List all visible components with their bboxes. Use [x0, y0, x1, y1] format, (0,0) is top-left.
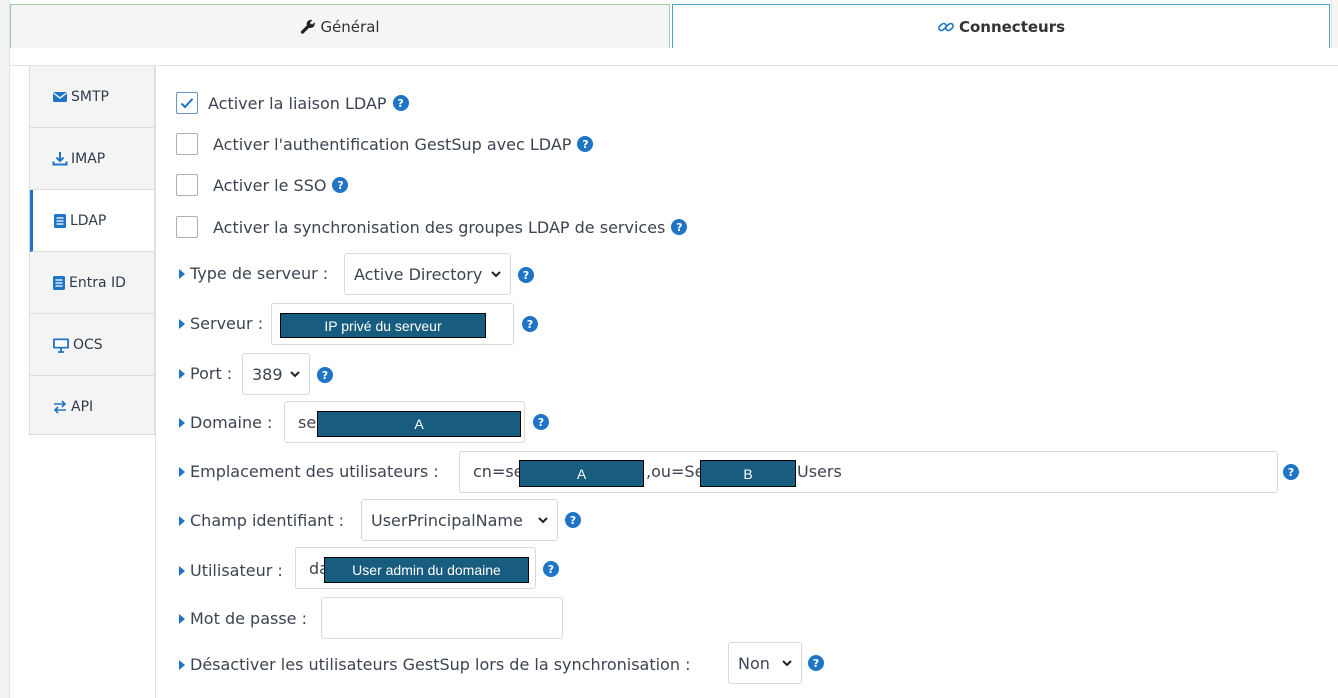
book-icon: [53, 213, 67, 229]
connector-side-nav: SMTP IMAP LDAP Entra ID OCS API: [29, 66, 155, 435]
envelope-icon: [52, 90, 68, 104]
window-frame-right: [1331, 0, 1338, 48]
help-icon[interactable]: ?: [317, 367, 333, 383]
caret-right-icon: [179, 515, 185, 526]
server-label: Serveur :: [179, 314, 263, 333]
check-icon: [180, 98, 194, 109]
help-icon[interactable]: ?: [565, 512, 581, 528]
help-icon[interactable]: ?: [332, 177, 349, 193]
ldap-link-checkbox[interactable]: [176, 92, 198, 114]
tab-connectors-label: Connecteurs: [958, 17, 1066, 36]
server-type-select[interactable]: Active Directory: [344, 253, 511, 295]
redaction-mask: B: [700, 460, 796, 487]
caret-right-icon: [179, 466, 185, 477]
link-icon: [937, 19, 955, 35]
sso-checkbox[interactable]: [176, 174, 198, 196]
sidebar-item-label: Entra ID: [69, 274, 126, 291]
user-location-middle: ,ou=Se: [646, 462, 705, 481]
help-icon[interactable]: ?: [533, 414, 549, 430]
download-icon: [52, 151, 68, 167]
gestsup-auth-checkbox[interactable]: [176, 133, 198, 155]
caret-right-icon: [179, 318, 185, 329]
help-icon[interactable]: ?: [808, 655, 824, 671]
sidebar-item-entra-id[interactable]: Entra ID: [30, 252, 154, 314]
checkbox-row-sso: Activer le SSO ?: [176, 174, 349, 196]
caret-right-icon: [179, 659, 185, 670]
port-select[interactable]: 389: [242, 353, 310, 395]
checkbox-row-group-sync: Activer la synchronisation des groupes L…: [176, 216, 688, 238]
user-location-suffix: Users: [797, 462, 842, 481]
tab-general-label: Général: [320, 17, 380, 36]
sidebar-item-imap[interactable]: IMAP: [30, 128, 154, 190]
port-label: Port :: [179, 364, 232, 383]
sidebar-item-label: API: [71, 399, 94, 415]
tab-connectors[interactable]: Connecteurs: [672, 4, 1330, 48]
checkbox-row-ldap-link: Activer la liaison LDAP ?: [176, 92, 409, 114]
caret-right-icon: [179, 613, 185, 624]
redaction-mask: User admin du domaine: [324, 557, 529, 583]
window-frame-left: [0, 0, 10, 698]
chevron-down-icon: [782, 660, 792, 667]
caret-right-icon: [179, 268, 185, 279]
wrench-icon: [300, 19, 316, 35]
sidebar-item-label: OCS: [73, 336, 103, 353]
sidebar-item-label: LDAP: [70, 212, 107, 229]
content-divider: [155, 66, 156, 698]
sidebar-item-label: IMAP: [71, 150, 106, 167]
sidebar-item-label: SMTP: [71, 88, 109, 105]
caret-right-icon: [179, 565, 185, 576]
book-icon: [52, 275, 66, 291]
top-tab-bar: Général Connecteurs: [10, 0, 1332, 48]
tab-divider: [10, 65, 1338, 66]
redaction-mask: A: [519, 460, 644, 487]
user-location-prefix: cn=se: [473, 462, 524, 481]
help-icon[interactable]: ?: [1283, 464, 1299, 480]
sidebar-item-smtp[interactable]: SMTP: [30, 66, 154, 128]
checkbox-row-gestsup-auth: Activer l'authentification GestSup avec …: [176, 133, 594, 155]
help-icon[interactable]: ?: [518, 267, 534, 283]
caret-right-icon: [179, 417, 185, 428]
exchange-icon: [52, 399, 68, 415]
help-icon[interactable]: ?: [671, 219, 688, 235]
desktop-icon: [52, 337, 70, 353]
tab-general[interactable]: Général: [10, 4, 670, 48]
checkbox-label: Activer la liaison LDAP: [208, 93, 387, 113]
redaction-mask: A: [317, 411, 521, 437]
user-label: Utilisateur :: [179, 561, 283, 580]
disable-users-select[interactable]: Non: [728, 642, 802, 684]
chevron-down-icon: [491, 271, 501, 278]
sidebar-item-ldap[interactable]: LDAP: [30, 190, 154, 252]
server-type-label: Type de serveur :: [179, 264, 328, 283]
identifier-field-select[interactable]: UserPrincipalName: [361, 499, 558, 541]
checkbox-label: Activer le SSO: [213, 175, 327, 195]
disable-users-label: Désactiver les utilisateurs GestSup lors…: [179, 655, 690, 674]
chevron-down-icon: [290, 371, 300, 378]
checkbox-label: Activer l'authentification GestSup avec …: [213, 134, 572, 154]
checkbox-label: Activer la synchronisation des groupes L…: [213, 217, 666, 237]
password-label: Mot de passe :: [179, 609, 307, 628]
help-icon[interactable]: ?: [543, 561, 559, 577]
sidebar-item-ocs[interactable]: OCS: [30, 314, 154, 376]
group-sync-checkbox[interactable]: [176, 216, 198, 238]
redaction-mask: IP privé du serveur: [280, 313, 486, 338]
identifier-field-label: Champ identifiant :: [179, 511, 344, 530]
help-icon[interactable]: ?: [392, 95, 409, 111]
password-input[interactable]: [321, 597, 563, 639]
help-icon[interactable]: ?: [522, 316, 538, 332]
chevron-down-icon: [538, 517, 548, 524]
user-location-label: Emplacement des utilisateurs :: [179, 462, 439, 481]
domain-label: Domaine :: [179, 413, 272, 432]
sidebar-item-api[interactable]: API: [30, 376, 154, 438]
caret-right-icon: [179, 368, 185, 379]
help-icon[interactable]: ?: [577, 136, 594, 152]
